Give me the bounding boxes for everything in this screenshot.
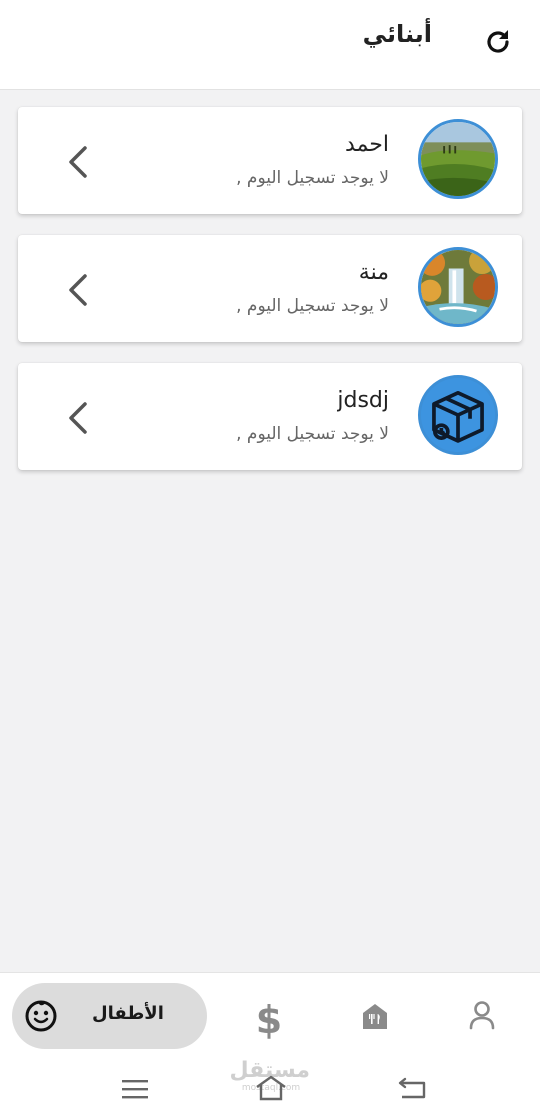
child-avatar	[418, 247, 498, 327]
restaurant-icon[interactable]	[360, 1001, 390, 1031]
child-name: منة	[358, 260, 389, 285]
waterfall-image	[421, 250, 495, 324]
menu-icon[interactable]	[121, 1078, 149, 1100]
chevron-left-icon[interactable]	[66, 273, 90, 307]
home-icon[interactable]	[254, 1074, 288, 1102]
page-title: أبنائي	[362, 20, 432, 48]
child-name: jdsdj	[337, 388, 389, 413]
system-nav-bar	[0, 1060, 540, 1113]
person-icon[interactable]	[466, 999, 498, 1031]
child-face-icon	[24, 999, 58, 1033]
dollar-icon[interactable]: $	[254, 997, 284, 1042]
refresh-icon[interactable]	[482, 26, 514, 58]
back-icon[interactable]	[396, 1074, 428, 1100]
child-status: لا يوجد تسجيل اليوم ,	[236, 296, 389, 316]
landscape-field-image	[421, 122, 495, 196]
child-name: احمد	[345, 132, 389, 157]
child-avatar	[418, 119, 498, 199]
svg-text:$: $	[256, 998, 282, 1039]
child-card[interactable]: احمد لا يوجد تسجيل اليوم ,	[18, 107, 522, 214]
box-delivery-icon	[421, 378, 495, 452]
tab-children-label: الأطفال	[92, 1003, 164, 1024]
child-status: لا يوجد تسجيل اليوم ,	[236, 424, 389, 444]
child-card[interactable]: jdsdj لا يوجد تسجيل اليوم ,	[18, 363, 522, 470]
child-card[interactable]: منة لا يوجد تسجيل اليوم ,	[18, 235, 522, 342]
app-header: أبنائي	[0, 0, 540, 90]
chevron-left-icon[interactable]	[66, 401, 90, 435]
chevron-left-icon[interactable]	[66, 145, 90, 179]
child-avatar	[418, 375, 498, 455]
child-status: لا يوجد تسجيل اليوم ,	[236, 168, 389, 188]
tab-children[interactable]: الأطفال	[12, 983, 207, 1049]
